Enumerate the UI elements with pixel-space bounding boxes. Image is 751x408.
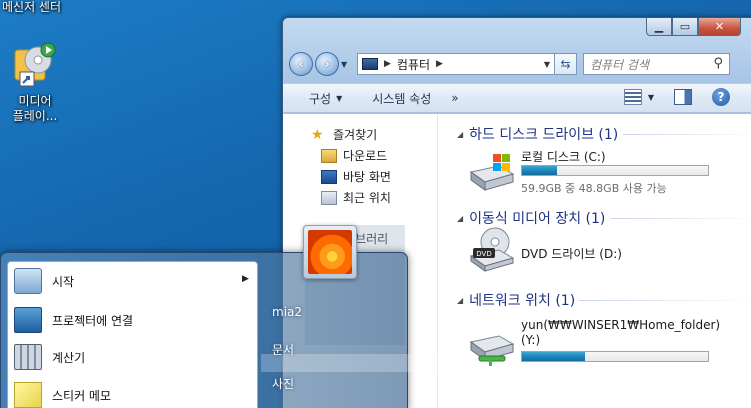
organize-label: 구성 — [309, 91, 332, 106]
local-disk-free-space: 59.9GB 중 48.8GB 사용 가능 — [521, 182, 667, 195]
group-divider — [611, 218, 751, 219]
svg-text:DVD: DVD — [476, 250, 491, 258]
collapse-triangle-icon: ◢ — [457, 295, 464, 305]
media-player-icon — [12, 42, 58, 90]
desktop-top-label: 메신저 센터 — [2, 0, 62, 14]
nav-desktop-label: 바탕 화면 — [343, 170, 391, 184]
address-bar[interactable]: ▶ 컴퓨터 ▶ ▼ — [357, 53, 555, 75]
dvd-drive-name: DVD 드라이브 (D:) — [521, 247, 622, 261]
command-bar: 구성 ▼ 시스템 속성 » ▼ ? — [283, 83, 751, 113]
group-divider — [623, 134, 751, 135]
nav-recent[interactable]: 최근 위치 — [321, 189, 391, 206]
recent-pages-dropdown[interactable]: ▼ — [341, 60, 351, 69]
group-network-header[interactable]: ◢ 네트워크 위치 (1) — [457, 290, 575, 310]
star-icon: ★ — [311, 126, 324, 143]
flower-avatar-image — [308, 230, 352, 274]
close-button[interactable]: ✕ — [698, 18, 741, 36]
submenu-arrow-icon: ▶ — [242, 274, 249, 284]
projector-icon — [14, 307, 42, 333]
search-icon[interactable]: ⚲ — [713, 56, 723, 71]
search-input[interactable]: 컴퓨터 검색 ⚲ — [583, 53, 730, 75]
start-menu-item-projector[interactable]: 프로젝터에 연결 — [14, 307, 133, 333]
media-player-label-line1: 미디어 — [18, 94, 52, 108]
desktop-icon — [321, 169, 337, 184]
media-player-desktop-icon[interactable]: 미디어 플레이... — [4, 42, 66, 124]
start-menu-item-label: 계산기 — [52, 350, 86, 365]
minimize-button[interactable]: ▁ — [646, 18, 672, 36]
recent-places-icon — [321, 190, 337, 205]
preview-pane-icon[interactable] — [674, 89, 692, 105]
system-properties-button[interactable]: 시스템 속성 — [372, 90, 431, 107]
network-drive-name-line1: yun(₩₩WINSER1₩Home_folder) — [521, 318, 721, 332]
start-menu-item-label: 스티커 메모 — [52, 388, 112, 403]
forward-button[interactable]: › — [315, 52, 339, 76]
getting-started-icon — [14, 268, 42, 294]
group-hdd-header[interactable]: ◢ 하드 디스크 드라이브 (1) — [457, 124, 618, 144]
back-button[interactable]: ‹ — [289, 52, 313, 76]
group-network-label: 네트워크 위치 (1) — [469, 293, 576, 309]
user-avatar[interactable] — [303, 225, 357, 279]
network-drive-name-line2: (Y:) — [521, 333, 541, 347]
start-menu-documents[interactable]: 문서 — [272, 341, 294, 358]
network-drive-icon — [469, 335, 515, 366]
address-path[interactable]: 컴퓨터 — [397, 56, 430, 73]
navigation-row: ‹ › ▼ ▶ 컴퓨터 ▶ ▼ ⇆ 컴퓨터 검색 ⚲ — [289, 49, 751, 79]
more-commands-label: » — [451, 91, 459, 105]
collapse-triangle-icon: ◢ — [457, 129, 464, 139]
start-menu-item-label: 프로젝터에 연결 — [52, 313, 134, 328]
breadcrumb-separator-icon[interactable]: ▶ — [384, 59, 391, 69]
system-properties-label: 시스템 속성 — [372, 91, 432, 106]
collapse-triangle-icon: ◢ — [457, 213, 464, 223]
group-removable-header[interactable]: ◢ 이동식 미디어 장치 (1) — [457, 208, 605, 228]
start-menu-item-getting-started[interactable]: 시작 ▶ — [14, 268, 249, 294]
change-view-icon[interactable] — [623, 89, 642, 105]
address-dropdown-icon[interactable]: ▼ — [544, 60, 550, 69]
content-pane: ◢ 하드 디스크 드라이브 (1) 로컬 디스크 (C:) 59.9GB 중 4… — [439, 114, 751, 408]
sticky-notes-icon — [14, 382, 42, 408]
local-disk-usage-bar — [521, 165, 709, 176]
group-removable-label: 이동식 미디어 장치 (1) — [469, 211, 606, 227]
nav-favorites[interactable]: ★ 즐겨찾기 — [311, 126, 377, 143]
back-arrow-icon: ‹ — [298, 56, 304, 72]
start-menu-item-calculator[interactable]: 계산기 — [14, 344, 85, 370]
group-hdd-label: 하드 디스크 드라이브 (1) — [469, 127, 619, 143]
calculator-icon — [14, 344, 42, 370]
nav-downloads-label: 다운로드 — [343, 149, 388, 163]
dvd-drive-icon: DVD — [469, 227, 515, 272]
breadcrumb-separator-icon[interactable]: ▶ — [436, 59, 443, 69]
more-commands-button[interactable]: » — [451, 91, 458, 105]
help-icon[interactable]: ? — [712, 88, 730, 106]
caption-buttons: ▁ ▭ ✕ — [646, 18, 741, 36]
start-menu-pictures[interactable]: 사진 — [272, 375, 294, 392]
hard-drive-icon — [469, 154, 515, 191]
nav-favorites-label: 즐겨찾기 — [333, 128, 378, 142]
view-controls: ▼ ? — [623, 88, 751, 106]
chevron-down-icon: ▼ — [336, 93, 343, 103]
maximize-button[interactable]: ▭ — [672, 18, 698, 36]
forward-arrow-icon: › — [324, 56, 330, 72]
computer-icon — [362, 58, 378, 70]
organize-button[interactable]: 구성 ▼ — [309, 90, 342, 107]
nav-desktop[interactable]: 바탕 화면 — [321, 168, 391, 185]
start-menu-item-label: 시작 — [52, 274, 75, 289]
search-placeholder: 컴퓨터 검색 — [590, 57, 650, 72]
nav-recent-label: 최근 위치 — [343, 191, 391, 205]
start-menu-item-sticky-notes[interactable]: 스티커 메모 — [14, 382, 111, 408]
network-drive-usage-bar — [521, 351, 709, 362]
refresh-icon: ⇆ — [560, 57, 571, 71]
group-divider — [579, 300, 751, 301]
media-player-label-line2: 플레이... — [12, 109, 58, 123]
network-drive-usage-fill — [522, 352, 586, 361]
refresh-button[interactable]: ⇆ — [555, 53, 577, 75]
nav-downloads[interactable]: 다운로드 — [321, 147, 387, 164]
downloads-folder-icon — [321, 148, 337, 163]
start-menu-program-list: 시작 ▶ 프로젝터에 연결 계산기 스티커 메모 — [7, 261, 258, 408]
start-menu-user-folder[interactable]: mia2 — [272, 305, 302, 319]
local-disk-name: 로컬 디스크 (C:) — [521, 150, 606, 164]
local-disk-usage-fill — [522, 166, 558, 175]
view-dropdown-icon[interactable]: ▼ — [648, 93, 654, 102]
